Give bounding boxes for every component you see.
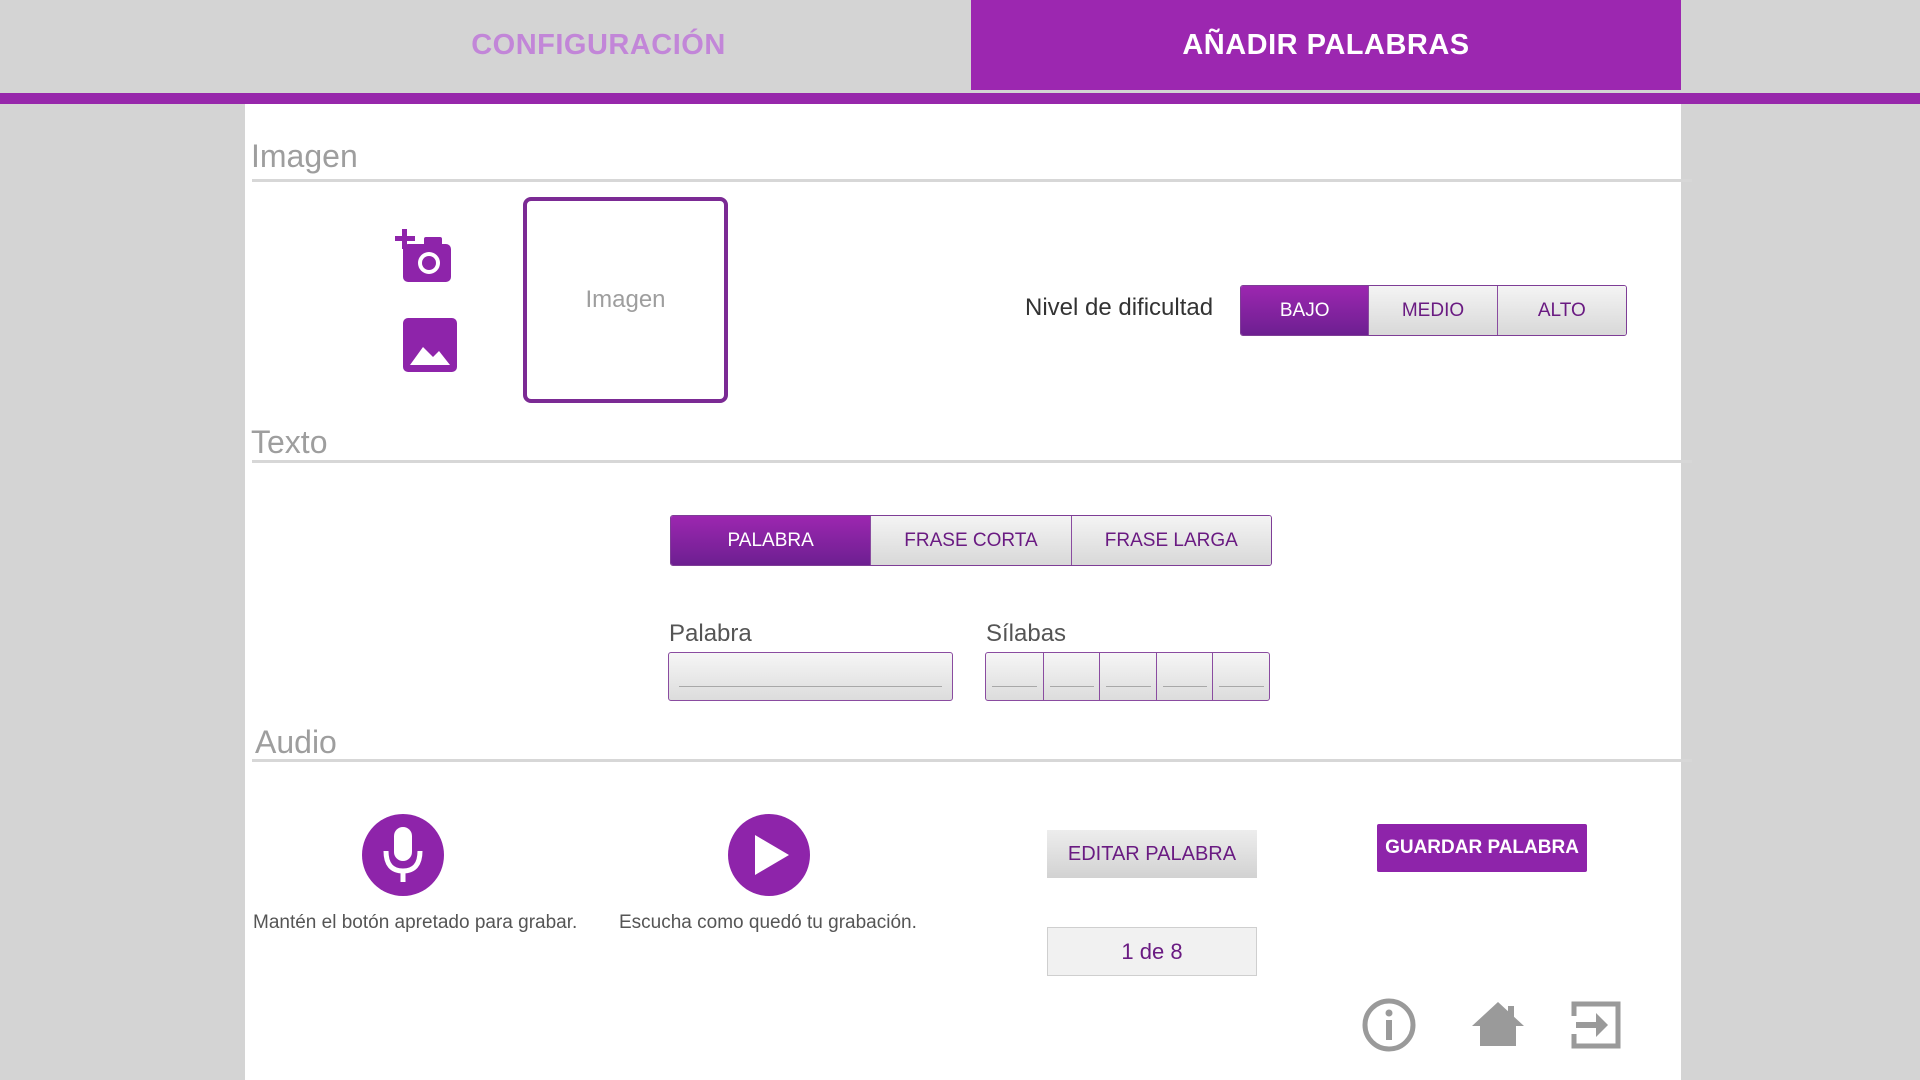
syllable-input-3[interactable] xyxy=(1099,653,1157,700)
section-divider xyxy=(252,460,1692,463)
word-input-underline xyxy=(679,686,942,687)
section-title-audio: Audio xyxy=(255,724,337,760)
microphone-icon xyxy=(383,827,423,882)
text-type-frase-larga-button[interactable]: FRASE LARGA xyxy=(1070,516,1271,565)
camera-add-icon[interactable] xyxy=(395,227,459,287)
difficulty-medio-button[interactable]: MEDIO xyxy=(1368,286,1497,335)
text-type-frase-corta-button[interactable]: FRASE CORTA xyxy=(870,516,1071,565)
play-caption: Escucha como quedó tu grabación. xyxy=(619,912,917,933)
syllables-label: Sílabas xyxy=(986,620,1067,647)
syllable-input-2[interactable] xyxy=(1043,653,1100,700)
tab-indicator-bar xyxy=(0,93,1920,104)
gallery-icon[interactable] xyxy=(403,318,457,372)
image-preview-box[interactable]: Imagen xyxy=(523,197,728,403)
section-title-texto: Texto xyxy=(251,424,328,460)
word-label: Palabra xyxy=(669,620,752,647)
syllable-underline xyxy=(1219,686,1264,687)
image-placeholder-text: Imagen xyxy=(585,286,666,313)
difficulty-label: Nivel de dificultad xyxy=(1025,294,1214,321)
record-button[interactable] xyxy=(362,814,444,896)
tab-configuracion[interactable]: CONFIGURACIÓN xyxy=(245,0,952,90)
save-word-button[interactable]: GUARDAR PALABRA xyxy=(1377,824,1587,872)
text-type-palabra-button[interactable]: PALABRA xyxy=(671,516,871,565)
home-icon[interactable] xyxy=(1470,1000,1526,1048)
word-counter: 1 de 8 xyxy=(1047,927,1257,976)
difficulty-selector: BAJO MEDIO ALTO xyxy=(1240,285,1627,336)
syllable-input-4[interactable] xyxy=(1156,653,1213,700)
play-icon xyxy=(755,835,789,875)
info-icon[interactable] xyxy=(1362,998,1416,1052)
exit-icon[interactable] xyxy=(1570,1000,1622,1050)
difficulty-alto-button[interactable]: ALTO xyxy=(1496,286,1626,335)
syllable-underline xyxy=(992,686,1037,687)
syllable-input-5[interactable] xyxy=(1212,653,1270,700)
section-divider xyxy=(252,759,1692,762)
play-button[interactable] xyxy=(728,814,810,896)
edit-word-button[interactable]: EDITAR PALABRA xyxy=(1047,830,1257,878)
main-panel: Imagen Imagen Nivel de dificultad BAJO M… xyxy=(245,104,1692,1080)
difficulty-bajo-button[interactable]: BAJO xyxy=(1241,286,1369,335)
text-type-selector: PALABRA FRASE CORTA FRASE LARGA xyxy=(670,515,1272,566)
syllable-input-1[interactable] xyxy=(986,653,1043,700)
tab-anadir-palabras[interactable]: AÑADIR PALABRAS xyxy=(971,0,1681,90)
syllable-underline xyxy=(1050,686,1094,687)
word-input[interactable] xyxy=(668,652,953,701)
syllable-underline xyxy=(1106,686,1151,687)
syllable-underline xyxy=(1163,686,1207,687)
section-divider xyxy=(252,179,1692,182)
syllables-input-group xyxy=(985,652,1270,701)
section-title-imagen: Imagen xyxy=(251,138,358,174)
record-caption: Mantén el botón apretado para grabar. xyxy=(253,912,578,933)
